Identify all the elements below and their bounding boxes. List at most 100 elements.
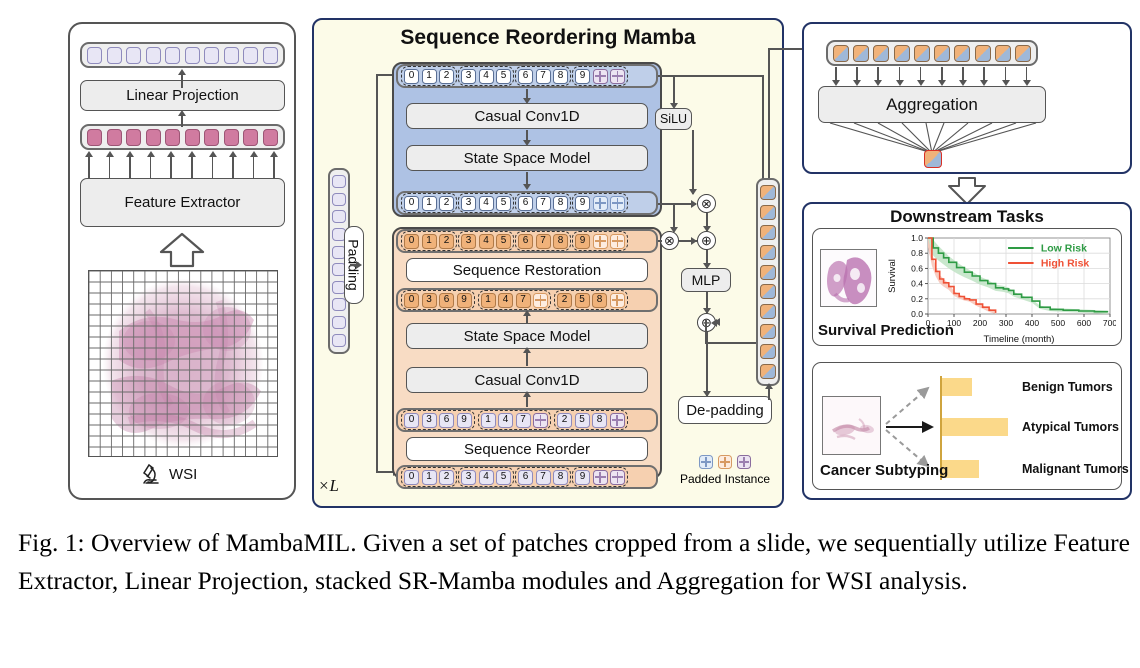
token-cell: 5 bbox=[496, 195, 511, 211]
token-cell: 5 bbox=[496, 233, 511, 249]
svg-text:0.8: 0.8 bbox=[911, 248, 923, 258]
arrowhead bbox=[670, 227, 678, 233]
token-tile bbox=[126, 46, 142, 64]
token-tile bbox=[204, 46, 220, 64]
token-tile bbox=[145, 128, 161, 146]
token-cell: 0 bbox=[404, 469, 419, 485]
token-cell: 4 bbox=[478, 195, 494, 211]
sequence-restoration-block: Sequence Restoration bbox=[406, 258, 648, 282]
linear-projection-label: Linear Projection bbox=[126, 87, 239, 104]
arrowhead bbox=[85, 151, 93, 157]
de-padding-block: De-padding bbox=[678, 396, 772, 424]
arrowhead bbox=[126, 151, 135, 157]
multiply-symbol: ⊗ bbox=[664, 233, 675, 248]
add-symbol: ⊕ bbox=[701, 233, 712, 248]
token-tile bbox=[853, 44, 870, 62]
token-tile bbox=[332, 210, 346, 224]
token-tile bbox=[760, 244, 776, 260]
token-tile bbox=[223, 128, 239, 146]
token-cell: 3 bbox=[461, 68, 476, 84]
token-tile bbox=[913, 44, 930, 62]
slide-to-extractor-arrow bbox=[159, 232, 205, 268]
svg-text:0.2: 0.2 bbox=[911, 294, 923, 304]
token-group: 9 bbox=[572, 193, 628, 213]
block-label: State Space Model bbox=[463, 327, 591, 345]
token-cell: 2 bbox=[439, 195, 454, 211]
blue-output-sequence: 0123456789 bbox=[396, 191, 658, 215]
connector bbox=[149, 155, 152, 178]
padded-instance-tile bbox=[609, 292, 625, 308]
legend-tile-row bbox=[672, 455, 778, 469]
connector bbox=[88, 155, 90, 178]
token-tile bbox=[204, 128, 220, 146]
survival-tissue-svg bbox=[821, 250, 876, 306]
token-cell: 6 bbox=[518, 68, 533, 84]
token-cell: 6 bbox=[439, 292, 454, 308]
connector bbox=[252, 155, 255, 178]
token-cell: 7 bbox=[515, 412, 531, 428]
subtyping-task-label: Cancer Subtyping bbox=[820, 462, 949, 479]
arrowhead bbox=[270, 151, 279, 157]
token-cell: 0 bbox=[404, 195, 419, 211]
token-tile bbox=[833, 44, 849, 62]
token-group: 147 bbox=[477, 410, 551, 430]
svg-text:400: 400 bbox=[1025, 318, 1039, 328]
token-group: 678 bbox=[515, 193, 571, 213]
token-cell: 0 bbox=[404, 233, 419, 249]
de-padding-label: De-padding bbox=[686, 401, 764, 419]
token-tile bbox=[184, 128, 200, 146]
arrowhead bbox=[188, 151, 196, 157]
block-label: Sequence Reorder bbox=[464, 440, 590, 458]
connector bbox=[211, 155, 214, 178]
legend-pad-tile-blue bbox=[699, 455, 713, 469]
token-group: 258 bbox=[554, 410, 628, 430]
token-group: 678 bbox=[515, 231, 571, 251]
output-token-column bbox=[756, 178, 780, 386]
orange-state-space-model-block: State Space Model bbox=[406, 323, 648, 349]
connector bbox=[129, 155, 131, 178]
connector bbox=[692, 130, 694, 194]
downstream-title: Downstream Tasks bbox=[890, 207, 1044, 226]
blue-state-space-model-block: State Space Model bbox=[406, 145, 648, 171]
feature-token-strip bbox=[80, 124, 285, 150]
svg-text:1.0: 1.0 bbox=[911, 233, 923, 243]
token-tile bbox=[332, 175, 346, 189]
padded-instance-tile bbox=[533, 412, 548, 428]
token-group: 012 bbox=[401, 66, 457, 86]
arrowhead bbox=[711, 319, 717, 327]
token-group: 345 bbox=[458, 467, 514, 487]
svg-text:0.0: 0.0 bbox=[911, 309, 923, 319]
arrowhead bbox=[703, 263, 711, 269]
token-tile bbox=[760, 363, 776, 379]
token-cell: 5 bbox=[574, 412, 590, 428]
padded-instance-tile bbox=[592, 68, 608, 84]
token-tile bbox=[873, 44, 890, 62]
token-cell: 3 bbox=[461, 469, 476, 485]
sequence-reorder-block: Sequence Reorder bbox=[406, 437, 648, 461]
blue-casual-conv1d-block: Casual Conv1D bbox=[406, 103, 648, 129]
token-cell: 9 bbox=[575, 233, 590, 249]
token-tile bbox=[332, 298, 346, 312]
svg-text:Survival: Survival bbox=[887, 259, 898, 293]
arrowhead bbox=[523, 98, 531, 104]
arrowhead bbox=[703, 308, 711, 314]
svg-text:700: 700 bbox=[1103, 318, 1116, 328]
token-cell: 2 bbox=[439, 469, 454, 485]
padded-instance-tile bbox=[592, 195, 608, 211]
token-group: 9 bbox=[572, 66, 628, 86]
svg-text:0.6: 0.6 bbox=[911, 263, 923, 273]
token-tile bbox=[332, 192, 346, 206]
token-cell: 3 bbox=[461, 195, 476, 211]
token-cell: 9 bbox=[575, 469, 590, 485]
token-cell: 1 bbox=[421, 233, 437, 249]
multiply-node-lower: ⊗ bbox=[660, 231, 679, 250]
subtyping-bar bbox=[942, 378, 972, 396]
arrowhead bbox=[703, 226, 711, 232]
token-cell: 4 bbox=[478, 469, 494, 485]
wsi-label: WSI bbox=[169, 465, 198, 483]
orange-reordered-sequence: 0369147258 bbox=[396, 408, 658, 432]
mlp-label: MLP bbox=[691, 272, 721, 288]
token-cell: 9 bbox=[575, 68, 590, 84]
token-cell: 4 bbox=[498, 412, 513, 428]
token-tile bbox=[87, 46, 102, 64]
